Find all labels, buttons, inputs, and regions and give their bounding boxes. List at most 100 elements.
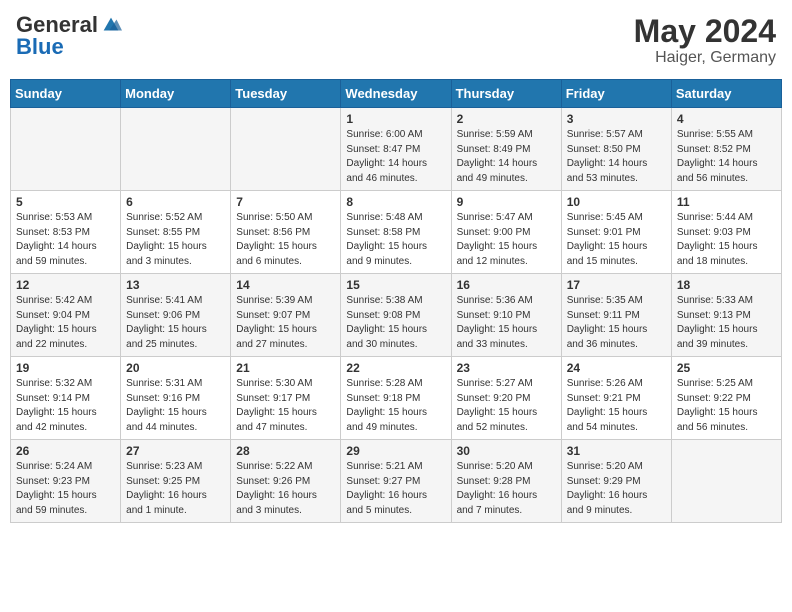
calendar-day-cell: 3 Sunrise: 5:57 AMSunset: 8:50 PMDaylight…: [561, 108, 671, 191]
calendar-day-cell: 25 Sunrise: 5:25 AMSunset: 9:22 PMDayligh…: [671, 357, 781, 440]
day-number: 23: [457, 361, 556, 375]
calendar-day-cell: 7 Sunrise: 5:50 AMSunset: 8:56 PMDaylight…: [231, 191, 341, 274]
weekday-header-wednesday: Wednesday: [341, 80, 451, 108]
day-info: Sunrise: 5:36 AMSunset: 9:10 PMDaylight:…: [457, 294, 556, 352]
calendar-day-cell: 2 Sunrise: 5:59 AMSunset: 8:49 PMDaylight…: [451, 108, 561, 191]
day-number: 25: [677, 361, 776, 375]
day-number: 16: [457, 278, 556, 292]
day-info: Sunrise: 5:44 AMSunset: 9:03 PMDaylight:…: [677, 211, 776, 269]
calendar-table: SundayMondayTuesdayWednesdayThursdayFrid…: [10, 79, 782, 523]
day-number: 18: [677, 278, 776, 292]
day-info: Sunrise: 5:57 AMSunset: 8:50 PMDaylight:…: [567, 128, 666, 186]
weekday-header-saturday: Saturday: [671, 80, 781, 108]
calendar-day-cell: 5 Sunrise: 5:53 AMSunset: 8:53 PMDaylight…: [11, 191, 121, 274]
day-number: 9: [457, 195, 556, 209]
calendar-day-cell: 9Sunrise: 5:47 AMSunset: 9:00 PMDaylight…: [451, 191, 561, 274]
calendar-day-cell: 30 Sunrise: 5:20 AMSunset: 9:28 PMDayligh…: [451, 440, 561, 523]
day-info: Sunrise: 5:48 AMSunset: 8:58 PMDaylight:…: [346, 211, 445, 269]
day-number: 14: [236, 278, 335, 292]
calendar-day-cell: 12 Sunrise: 5:42 AMSunset: 9:04 PMDayligh…: [11, 274, 121, 357]
calendar-day-cell: 17 Sunrise: 5:35 AMSunset: 9:11 PMDayligh…: [561, 274, 671, 357]
calendar-day-cell: 13 Sunrise: 5:41 AMSunset: 9:06 PMDayligh…: [121, 274, 231, 357]
calendar-day-cell: [671, 440, 781, 523]
calendar-day-cell: 29Sunrise: 5:21 AMSunset: 9:27 PMDayligh…: [341, 440, 451, 523]
month-title: May 2024: [634, 14, 776, 49]
day-number: 13: [126, 278, 225, 292]
day-info: Sunrise: 5:50 AMSunset: 8:56 PMDaylight:…: [236, 211, 335, 269]
day-info: Sunrise: 5:20 AMSunset: 9:29 PMDaylight:…: [567, 460, 666, 518]
day-number: 11: [677, 195, 776, 209]
calendar-day-cell: 28 Sunrise: 5:22 AMSunset: 9:26 PMDayligh…: [231, 440, 341, 523]
calendar-day-cell: 26 Sunrise: 5:24 AMSunset: 9:23 PMDayligh…: [11, 440, 121, 523]
day-number: 28: [236, 444, 335, 458]
day-number: 31: [567, 444, 666, 458]
calendar-day-cell: 8 Sunrise: 5:48 AMSunset: 8:58 PMDaylight…: [341, 191, 451, 274]
day-number: 24: [567, 361, 666, 375]
day-number: 2: [457, 112, 556, 126]
day-info: Sunrise: 5:53 AMSunset: 8:53 PMDaylight:…: [16, 211, 115, 269]
day-info: Sunrise: 5:35 AMSunset: 9:11 PMDaylight:…: [567, 294, 666, 352]
logo-icon: [100, 14, 122, 36]
day-info: Sunrise: 5:52 AMSunset: 8:55 PMDaylight:…: [126, 211, 225, 269]
day-number: 30: [457, 444, 556, 458]
calendar-day-cell: 16 Sunrise: 5:36 AMSunset: 9:10 PMDayligh…: [451, 274, 561, 357]
weekday-header-sunday: Sunday: [11, 80, 121, 108]
day-info: Sunrise: 5:25 AMSunset: 9:22 PMDaylight:…: [677, 377, 776, 435]
day-info: Sunrise: 5:23 AMSunset: 9:25 PMDaylight:…: [126, 460, 225, 518]
day-number: 7: [236, 195, 335, 209]
calendar-day-cell: 4 Sunrise: 5:55 AMSunset: 8:52 PMDaylight…: [671, 108, 781, 191]
day-number: 8: [346, 195, 445, 209]
day-info: Sunrise: 5:27 AMSunset: 9:20 PMDaylight:…: [457, 377, 556, 435]
day-number: 22: [346, 361, 445, 375]
day-info: Sunrise: 5:20 AMSunset: 9:28 PMDaylight:…: [457, 460, 556, 518]
day-number: 27: [126, 444, 225, 458]
calendar-day-cell: 1Sunrise: 6:00 AMSunset: 8:47 PMDaylight…: [341, 108, 451, 191]
day-number: 26: [16, 444, 115, 458]
weekday-header-friday: Friday: [561, 80, 671, 108]
day-number: 5: [16, 195, 115, 209]
calendar-day-cell: 21Sunrise: 5:30 AMSunset: 9:17 PMDayligh…: [231, 357, 341, 440]
location-title: Haiger, Germany: [634, 49, 776, 67]
calendar-week-row: 19 Sunrise: 5:32 AMSunset: 9:14 PMDayligh…: [11, 357, 782, 440]
day-number: 10: [567, 195, 666, 209]
day-number: 19: [16, 361, 115, 375]
day-info: Sunrise: 5:42 AMSunset: 9:04 PMDaylight:…: [16, 294, 115, 352]
day-info: Sunrise: 5:41 AMSunset: 9:06 PMDaylight:…: [126, 294, 225, 352]
calendar-day-cell: 20 Sunrise: 5:31 AMSunset: 9:16 PMDayligh…: [121, 357, 231, 440]
calendar-day-cell: 24Sunrise: 5:26 AMSunset: 9:21 PMDayligh…: [561, 357, 671, 440]
weekday-header-thursday: Thursday: [451, 80, 561, 108]
day-info: Sunrise: 5:39 AMSunset: 9:07 PMDaylight:…: [236, 294, 335, 352]
day-info: Sunrise: 5:55 AMSunset: 8:52 PMDaylight:…: [677, 128, 776, 186]
calendar-day-cell: 6Sunrise: 5:52 AMSunset: 8:55 PMDaylight…: [121, 191, 231, 274]
day-number: 3: [567, 112, 666, 126]
calendar-day-cell: 22Sunrise: 5:28 AMSunset: 9:18 PMDayligh…: [341, 357, 451, 440]
calendar-day-cell: 18Sunrise: 5:33 AMSunset: 9:13 PMDayligh…: [671, 274, 781, 357]
page-header: General Blue May 2024 Haiger, Germany: [10, 10, 782, 71]
calendar-day-cell: 27 Sunrise: 5:23 AMSunset: 9:25 PMDayligh…: [121, 440, 231, 523]
calendar-week-row: 26 Sunrise: 5:24 AMSunset: 9:23 PMDayligh…: [11, 440, 782, 523]
calendar-day-cell: 31 Sunrise: 5:20 AMSunset: 9:29 PMDayligh…: [561, 440, 671, 523]
calendar-day-cell: 14 Sunrise: 5:39 AMSunset: 9:07 PMDayligh…: [231, 274, 341, 357]
calendar-week-row: 1Sunrise: 6:00 AMSunset: 8:47 PMDaylight…: [11, 108, 782, 191]
calendar-day-cell: [231, 108, 341, 191]
day-number: 4: [677, 112, 776, 126]
day-number: 15: [346, 278, 445, 292]
day-info: Sunrise: 5:32 AMSunset: 9:14 PMDaylight:…: [16, 377, 115, 435]
day-info: Sunrise: 5:59 AMSunset: 8:49 PMDaylight:…: [457, 128, 556, 186]
logo: General Blue: [16, 14, 122, 59]
day-number: 17: [567, 278, 666, 292]
day-info: Sunrise: 5:31 AMSunset: 9:16 PMDaylight:…: [126, 377, 225, 435]
day-info: Sunrise: 5:45 AMSunset: 9:01 PMDaylight:…: [567, 211, 666, 269]
weekday-header-row: SundayMondayTuesdayWednesdayThursdayFrid…: [11, 80, 782, 108]
day-number: 12: [16, 278, 115, 292]
day-info: Sunrise: 5:21 AMSunset: 9:27 PMDaylight:…: [346, 460, 445, 518]
day-number: 1: [346, 112, 445, 126]
day-info: Sunrise: 5:30 AMSunset: 9:17 PMDaylight:…: [236, 377, 335, 435]
calendar-week-row: 5 Sunrise: 5:53 AMSunset: 8:53 PMDaylight…: [11, 191, 782, 274]
logo-general: General: [16, 14, 98, 36]
day-number: 20: [126, 361, 225, 375]
weekday-header-monday: Monday: [121, 80, 231, 108]
calendar-day-cell: 19 Sunrise: 5:32 AMSunset: 9:14 PMDayligh…: [11, 357, 121, 440]
day-info: Sunrise: 5:22 AMSunset: 9:26 PMDaylight:…: [236, 460, 335, 518]
day-info: Sunrise: 5:24 AMSunset: 9:23 PMDaylight:…: [16, 460, 115, 518]
